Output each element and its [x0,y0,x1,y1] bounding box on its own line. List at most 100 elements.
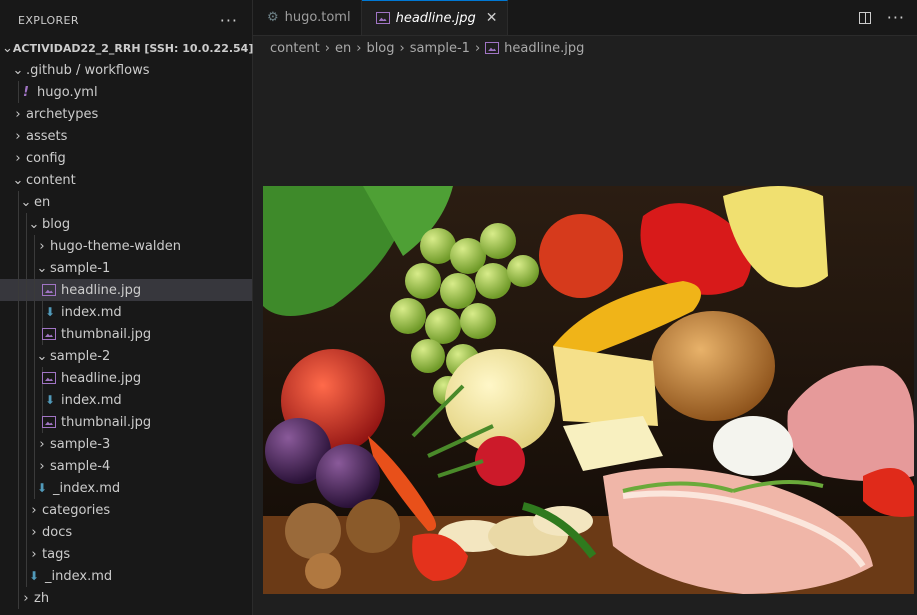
markdown-file-icon: ⬇ [44,393,56,407]
indent-guide [26,235,27,257]
tree-item[interactable]: ! hugo.yml [0,81,252,103]
tree-item[interactable]: › tags [0,543,252,565]
tree-item-label: headline.jpg [61,370,142,386]
close-icon[interactable]: ✕ [486,10,498,26]
tree-item-label: sample-3 [50,436,111,452]
tree-item[interactable]: › archetypes [0,103,252,125]
tree-item-label: _index.md [45,568,113,584]
editor-area: ⚙ hugo.toml headline.jpg ✕ ··· content ›… [253,0,917,615]
indent-guide [34,301,35,323]
tree-item-label: tags [42,546,71,562]
tree-item[interactable]: › sample-3 [0,433,252,455]
indent-guide [26,543,27,565]
chevron-down-icon: ⌄ [20,194,32,210]
image-icon [485,42,500,54]
markdown-file-icon: ⬇ [44,305,56,319]
image-file-icon [42,416,56,428]
tree-item[interactable]: › config [0,147,252,169]
chevron-right-icon: › [39,436,45,452]
tree-item[interactable]: ⌄ en [0,191,252,213]
workspace-root[interactable]: ⌄ ACTIVIDAD22_2_RRH [SSH: 10.0.22.54] [0,37,254,59]
tab-label: hugo.toml [284,10,351,25]
tree-item[interactable]: ⬇ index.md [0,389,252,411]
workspace-root-label: ACTIVIDAD22_2_RRH [SSH: 10.0.22.54] [12,41,254,55]
indent-guide [26,477,27,499]
tree-item[interactable]: ⌄ content [0,169,252,191]
indent-guide [34,433,35,455]
chevron-down-icon: ⌄ [2,40,13,56]
breadcrumb-item[interactable]: sample-1 [410,41,470,56]
tree-item[interactable]: headline.jpg [0,367,252,389]
tree-item[interactable]: ⌄ .github / workflows [0,59,252,81]
indent-guide [18,345,19,367]
breadcrumb-item[interactable]: headline.jpg [504,41,584,56]
split-editor-icon[interactable] [858,11,871,24]
tree-item[interactable]: ⌄ sample-2 [0,345,252,367]
indent-guide [34,345,35,367]
tree-item[interactable]: ⬇ index.md [0,301,252,323]
explorer-sidebar: EXPLORER ··· ⌄ ACTIVIDAD22_2_RRH [SSH: 1… [0,0,253,615]
tab-hugo-toml[interactable]: ⚙ hugo.toml [253,0,362,35]
tree-item[interactable]: thumbnail.jpg [0,323,252,345]
tab-headline-jpg[interactable]: headline.jpg ✕ [361,0,509,35]
chevron-right-icon: › [474,40,481,56]
tree-item[interactable]: › zh [0,587,252,609]
indent-guide [18,587,19,609]
indent-guide [18,455,19,477]
tree-item[interactable]: thumbnail.jpg [0,411,252,433]
indent-guide [26,323,27,345]
tree-item-label: _index.md [53,480,121,496]
tree-item-label: index.md [61,304,122,320]
breadcrumb-item[interactable]: content [270,41,320,56]
indent-guide [18,191,19,213]
indent-guide [26,389,27,411]
indent-guide [42,301,43,323]
yaml-file-icon: ! [23,84,29,100]
tree-item[interactable]: ⌄ sample-1 [0,257,252,279]
chevron-right-icon: › [15,106,21,122]
chevron-right-icon: › [39,238,45,254]
tree-item-label: hugo.yml [37,84,98,100]
markdown-file-icon: ⬇ [28,569,40,583]
explorer-title: EXPLORER [18,13,79,27]
indent-guide [26,213,27,235]
tree-item-label: config [26,150,66,166]
indent-guide [18,323,19,345]
tree-item[interactable]: headline.jpg [0,279,252,301]
indent-guide [26,565,27,587]
indent-guide [18,213,19,235]
tree-item-label: blog [42,216,71,232]
indent-guide [18,81,19,103]
indent-guide [18,477,19,499]
indent-guide [34,389,35,411]
indent-guide [18,257,19,279]
tree-item-label: hugo-theme-walden [50,238,182,254]
indent-guide [18,235,19,257]
tree-item-label: .github / workflows [26,62,150,78]
indent-guide [26,345,27,367]
tree-item-label: headline.jpg [61,282,142,298]
indent-guide [34,455,35,477]
more-actions-icon[interactable]: ··· [220,11,238,30]
tree-item[interactable]: › docs [0,521,252,543]
tree-item[interactable]: ⬇ _index.md [0,477,252,499]
tree-item-label: thumbnail.jpg [61,414,152,430]
tree-item[interactable]: › hugo-theme-walden [0,235,252,257]
breadcrumb-item[interactable]: blog [366,41,394,56]
indent-guide [18,301,19,323]
tree-item-label: thumbnail.jpg [61,326,152,342]
chevron-right-icon: › [31,524,37,540]
tree-item[interactable]: › categories [0,499,252,521]
indent-guide [34,477,35,499]
tree-item-label: content [26,172,76,188]
tree-item[interactable]: ⌄ blog [0,213,252,235]
breadcrumb-item[interactable]: en [335,41,351,56]
more-actions-icon[interactable]: ··· [887,8,905,27]
indent-guide [18,411,19,433]
chevron-right-icon: › [324,40,330,56]
tree-item[interactable]: › assets [0,125,252,147]
tree-item[interactable]: ⬇ _index.md [0,565,252,587]
tree-item[interactable]: › sample-4 [0,455,252,477]
chevron-down-icon: ⌄ [28,216,40,232]
chevron-right-icon: › [23,590,29,606]
